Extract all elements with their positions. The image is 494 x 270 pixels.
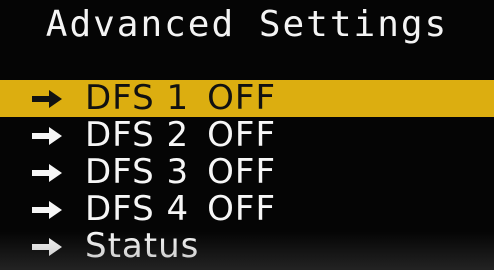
- menu-item-label: Status: [85, 226, 200, 266]
- arrow-right-icon: [29, 191, 65, 228]
- arrow-right-icon: [29, 154, 65, 191]
- advanced-settings-screen: Advanced Settings DFS 1 OFF DFS 2 OFF DF…: [0, 0, 494, 270]
- menu-item-dfs-3[interactable]: DFS 3 OFF: [0, 154, 494, 191]
- menu-item-value: OFF: [207, 152, 277, 192]
- menu-item-value: OFF: [207, 78, 277, 118]
- menu-item-label: DFS 3: [85, 152, 190, 192]
- arrow-right-icon: [29, 80, 65, 117]
- menu-item-value: OFF: [207, 115, 277, 155]
- arrow-right-icon: [29, 117, 65, 154]
- menu-item-label: DFS 1: [85, 78, 190, 118]
- menu-item-dfs-2[interactable]: DFS 2 OFF: [0, 117, 494, 154]
- menu-item-label: DFS 4: [85, 189, 190, 229]
- menu-item-value: OFF: [207, 189, 277, 229]
- menu-item-label: DFS 2: [85, 115, 190, 155]
- menu-item-status[interactable]: Status: [0, 228, 494, 265]
- settings-menu: DFS 1 OFF DFS 2 OFF DFS 3 OFF DFS 4 OFF …: [0, 80, 494, 265]
- screen-title: Advanced Settings: [45, 4, 449, 45]
- arrow-right-icon: [29, 228, 65, 265]
- menu-item-dfs-4[interactable]: DFS 4 OFF: [0, 191, 494, 228]
- menu-item-dfs-1[interactable]: DFS 1 OFF: [0, 80, 494, 117]
